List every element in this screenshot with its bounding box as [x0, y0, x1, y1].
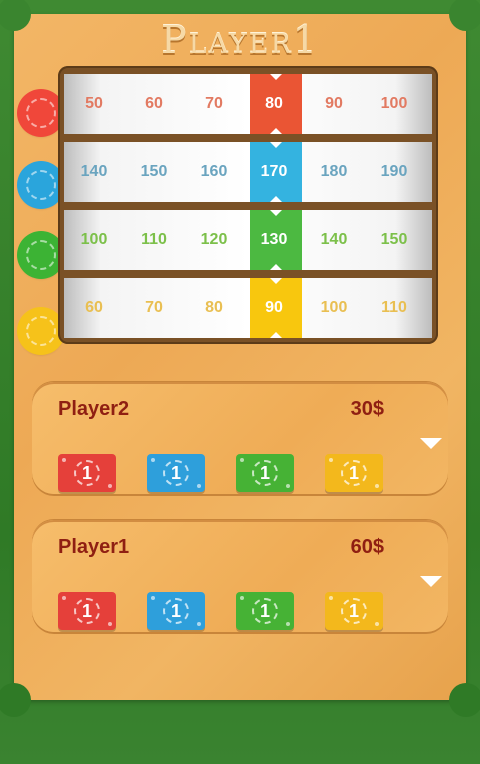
reel-value-selected: 80 — [265, 95, 283, 112]
reel-value: 100 — [380, 95, 408, 112]
player-panel-player1: Player1 60$ 1 1 1 1 — [32, 520, 448, 632]
expand-arrow-icon[interactable] — [420, 438, 442, 449]
reel-value: 60 — [85, 299, 103, 316]
reel-value: 80 — [205, 299, 223, 316]
yellow-price-reel[interactable]: 60 70 80 90 100 110 — [64, 278, 432, 338]
note-value: 1 — [341, 598, 367, 624]
reel-value: 70 — [205, 95, 223, 112]
note-value: 1 — [252, 598, 278, 624]
player-money: 60$ — [350, 536, 384, 558]
blue-note[interactable]: 1 — [147, 454, 205, 492]
player-name: Player2 — [58, 398, 130, 420]
reel-value: 140 — [320, 231, 348, 248]
price-reels: 50 60 70 80 90 100 140 150 160 170 180 1… — [58, 66, 438, 344]
note-value: 1 — [74, 598, 100, 624]
board-corner-notch — [0, 683, 31, 717]
yellow-note[interactable]: 1 — [325, 592, 383, 630]
red-price-reel[interactable]: 50 60 70 80 90 100 — [64, 74, 432, 134]
note-value: 1 — [341, 460, 367, 486]
green-note[interactable]: 1 — [236, 454, 294, 492]
reel-value: 180 — [320, 163, 348, 180]
note-value: 1 — [252, 460, 278, 486]
note-value: 1 — [163, 598, 189, 624]
reel-value-selected: 130 — [260, 231, 288, 248]
red-chip-icon[interactable] — [20, 92, 62, 134]
reel-value: 190 — [380, 163, 408, 180]
red-note[interactable]: 1 — [58, 592, 116, 630]
green-price-reel[interactable]: 100 110 120 130 140 150 — [64, 210, 432, 270]
reel-value-selected: 170 — [260, 163, 288, 180]
blue-chip-icon[interactable] — [20, 164, 62, 206]
player-panel-player2: Player2 30$ 1 1 1 1 — [32, 382, 448, 494]
reel-value: 50 — [85, 95, 103, 112]
reel-value: 140 — [80, 163, 108, 180]
reel-value-selected: 90 — [265, 299, 283, 316]
board-corner-notch — [449, 683, 480, 717]
reel-value: 100 — [320, 299, 348, 316]
expand-arrow-icon[interactable] — [420, 576, 442, 587]
reel-value: 110 — [381, 299, 407, 316]
reel-value: 110 — [141, 231, 167, 248]
reel-value: 70 — [145, 299, 163, 316]
red-note[interactable]: 1 — [58, 454, 116, 492]
blue-price-reel[interactable]: 140 150 160 170 180 190 — [64, 142, 432, 202]
player-money: 30$ — [350, 398, 384, 420]
reel-value: 150 — [380, 231, 408, 248]
note-value: 1 — [163, 460, 189, 486]
current-player-title: Player1 — [161, 18, 319, 62]
reel-value: 150 — [140, 163, 168, 180]
reel-value: 160 — [200, 163, 228, 180]
reel-value: 90 — [325, 95, 343, 112]
reel-value: 120 — [200, 231, 228, 248]
blue-note[interactable]: 1 — [147, 592, 205, 630]
reel-value: 60 — [145, 95, 163, 112]
green-note[interactable]: 1 — [236, 592, 294, 630]
note-value: 1 — [74, 460, 100, 486]
yellow-chip-icon[interactable] — [20, 310, 62, 352]
reel-value: 100 — [80, 231, 108, 248]
player-name: Player1 — [58, 536, 130, 558]
green-chip-icon[interactable] — [20, 234, 62, 276]
yellow-note[interactable]: 1 — [325, 454, 383, 492]
